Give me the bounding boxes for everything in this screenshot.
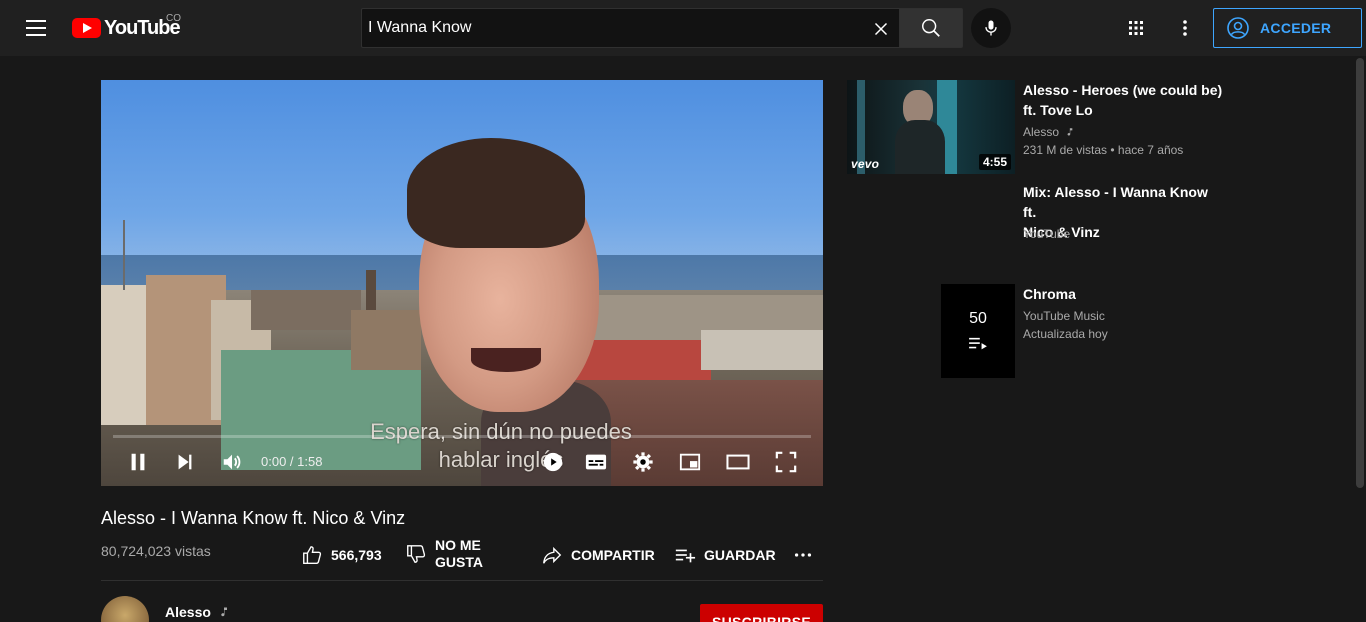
clear-search-icon[interactable]: [870, 18, 892, 40]
search-icon: [922, 19, 940, 37]
youtube-play-icon: [72, 18, 101, 38]
playlist-add-icon: [675, 549, 696, 563]
music-note-icon: [1067, 128, 1073, 136]
volume-button[interactable]: [219, 450, 245, 474]
gear-icon: [633, 452, 653, 472]
divider: [101, 580, 823, 581]
microphone-icon: [985, 20, 997, 36]
like-button[interactable]: 566,793: [301, 544, 382, 566]
search-button[interactable]: [899, 8, 963, 48]
playlist-icon: [969, 337, 987, 350]
search-input[interactable]: [368, 9, 858, 47]
voice-search-button[interactable]: [971, 8, 1011, 48]
theater-mode-icon: [726, 454, 750, 470]
dislike-button[interactable]: NO ME GUSTA: [405, 537, 483, 571]
music-note-icon: [221, 607, 227, 617]
theater-mode-button[interactable]: [725, 450, 751, 474]
subscribe-button[interactable]: SUSCRIBIRSE: [700, 604, 823, 622]
fullscreen-icon: [775, 451, 797, 473]
share-icon: [543, 546, 562, 564]
masthead: YouTube CO ACCEDER: [0, 0, 1366, 56]
video-thumbnail[interactable]: vevo 4:55: [847, 80, 1015, 174]
video-duration: 4:55: [978, 154, 1011, 170]
apps-grid-icon[interactable]: [1124, 16, 1148, 40]
scrollbar-thumb[interactable]: [1356, 58, 1364, 488]
youtube-logo[interactable]: YouTube: [72, 16, 181, 40]
recommended-video[interactable]: vevo 4:55 Alesso - Heroes (we could be) …: [847, 80, 1227, 174]
recommended-channel[interactable]: Alesso: [1023, 123, 1074, 141]
save-button[interactable]: GUARDAR: [674, 544, 776, 566]
playlist-updated: Actualizada hoy: [1023, 327, 1108, 341]
playlist-overlay[interactable]: 50: [941, 284, 1015, 378]
sign-in-button[interactable]: ACCEDER: [1213, 8, 1362, 48]
vevo-badge: vevo: [851, 157, 880, 171]
thumbs-down-icon: [407, 545, 426, 563]
recommended-channel[interactable]: YouTube Music: [1023, 307, 1105, 325]
channel-avatar[interactable]: [101, 596, 149, 622]
autoplay-icon: [543, 452, 563, 472]
pause-icon: [131, 453, 145, 471]
like-count: 566,793: [331, 547, 382, 563]
channel-name-link[interactable]: Alesso: [165, 604, 229, 620]
video-player[interactable]: Espera, sin dún no puedes hablar inglés …: [101, 80, 823, 486]
settings-button[interactable]: [631, 450, 655, 474]
country-code: CO: [166, 13, 181, 24]
progress-bar[interactable]: [113, 435, 811, 438]
account-icon: [1227, 17, 1249, 39]
search-box: [361, 8, 900, 48]
more-actions-icon[interactable]: [792, 544, 814, 566]
video-title: Alesso - I Wanna Know ft. Nico & Vinz: [101, 508, 406, 528]
more-options-icon[interactable]: [1173, 16, 1197, 40]
recommended-stats: 231 M de vistas • hace 7 años: [1023, 143, 1184, 157]
recommended-title[interactable]: Alesso - Heroes (we could be) ft. Tove L…: [1023, 80, 1223, 120]
skip-next-icon: [178, 454, 192, 470]
pause-button[interactable]: [125, 450, 151, 474]
time-display: 0:00 / 1:58: [261, 454, 323, 469]
subtitles-icon: [585, 454, 607, 470]
recommended-channel[interactable]: YouTube: [1023, 225, 1070, 243]
next-button[interactable]: [173, 450, 197, 474]
volume-icon: [223, 454, 241, 470]
menu-icon[interactable]: [20, 16, 52, 40]
fullscreen-button[interactable]: [773, 450, 799, 474]
view-count: 80,724,023 vistas: [101, 543, 211, 559]
recommended-title[interactable]: Chroma: [1023, 284, 1223, 304]
miniplayer-button[interactable]: [677, 450, 703, 474]
recommended-mix[interactable]: Mix: Alesso - I Wanna Know ft. Nico & Vi…: [847, 182, 1227, 276]
page-scrollbar[interactable]: [1354, 56, 1366, 622]
recommended-playlist[interactable]: 50 Chroma YouTube Music Actualizada hoy: [847, 284, 1227, 378]
playlist-count: 50: [969, 310, 987, 327]
captions-button[interactable]: [583, 450, 609, 474]
share-button[interactable]: COMPARTIR: [541, 544, 655, 566]
miniplayer-icon: [679, 453, 701, 471]
autoplay-toggle[interactable]: [541, 450, 565, 474]
thumbs-up-icon: [303, 546, 322, 564]
dislike-label: NO ME GUSTA: [435, 537, 483, 570]
